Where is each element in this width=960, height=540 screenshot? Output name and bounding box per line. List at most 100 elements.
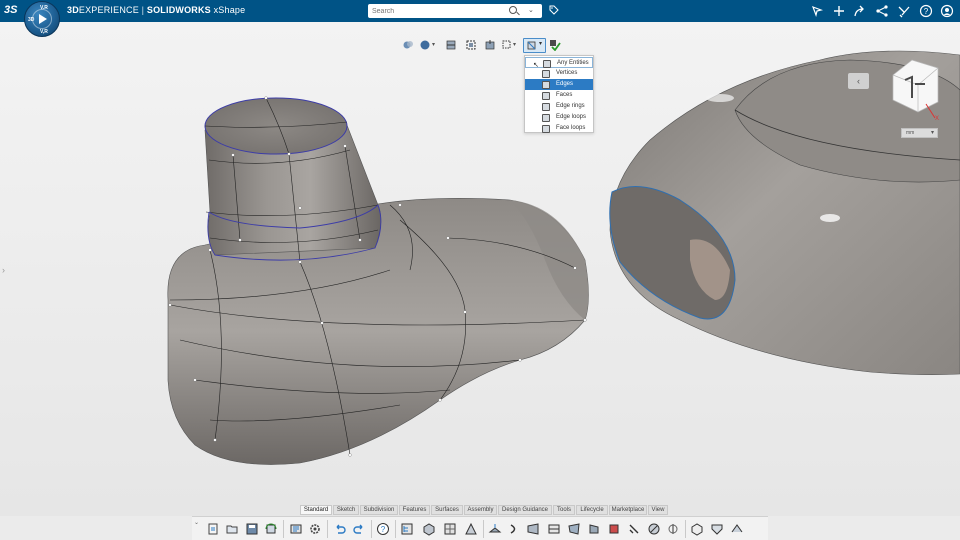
vertices-icon bbox=[542, 70, 550, 78]
crease-icon[interactable] bbox=[567, 522, 581, 536]
svg-text:X: X bbox=[935, 116, 939, 122]
redo-icon[interactable] bbox=[352, 522, 366, 536]
box-primitive-icon[interactable] bbox=[422, 522, 436, 536]
play-icon[interactable] bbox=[39, 14, 47, 24]
svg-text:?: ? bbox=[924, 7, 929, 16]
compass-widget[interactable]: V.R 3D V,R bbox=[24, 1, 60, 37]
freeze-icon[interactable] bbox=[710, 522, 724, 536]
tab-standard[interactable]: Standard bbox=[300, 505, 332, 515]
edge-rings-icon bbox=[542, 103, 550, 111]
menu-item-vertices[interactable]: Vertices bbox=[525, 68, 593, 79]
menu-item-label: Faces bbox=[556, 92, 573, 98]
chevron-down-icon: ▾ bbox=[930, 130, 934, 136]
menu-item-edges[interactable]: Edges bbox=[525, 79, 593, 90]
selection-box-icon[interactable] bbox=[501, 39, 513, 51]
share-icon[interactable] bbox=[853, 4, 867, 18]
expand-left-panel-icon[interactable]: › bbox=[2, 265, 5, 275]
selection-filter-button[interactable]: ▾ bbox=[523, 38, 546, 53]
menu-item-label: Vertices bbox=[556, 70, 578, 76]
zoom-to-fit-icon[interactable] bbox=[465, 39, 477, 51]
chevron-down-icon[interactable]: ⌄ bbox=[528, 6, 534, 14]
open-icon[interactable] bbox=[225, 522, 239, 536]
tab-sketch[interactable]: Sketch bbox=[333, 505, 359, 515]
tab-features[interactable]: Features bbox=[399, 505, 430, 515]
symmetry-icon[interactable] bbox=[730, 522, 744, 536]
save-icon[interactable] bbox=[245, 522, 259, 536]
undo-icon[interactable] bbox=[333, 522, 347, 536]
gear-icon[interactable] bbox=[308, 522, 322, 536]
compass-label-left: 3D bbox=[28, 17, 35, 23]
new-document-icon[interactable] bbox=[206, 522, 220, 536]
tab-view[interactable]: View bbox=[648, 505, 668, 515]
tools-icon[interactable] bbox=[897, 4, 911, 18]
unit-selector[interactable]: mm ▾ bbox=[901, 128, 938, 138]
svg-text:?: ? bbox=[381, 525, 386, 534]
delete-face-icon[interactable] bbox=[627, 522, 641, 536]
fill-icon[interactable] bbox=[587, 522, 601, 536]
toolbar-divider bbox=[685, 520, 686, 538]
chevron-down-icon: ▾ bbox=[539, 41, 543, 47]
sphere-icon[interactable] bbox=[464, 522, 478, 536]
compass-label-bottom: V,R bbox=[40, 29, 48, 35]
edges-icon bbox=[542, 81, 550, 89]
tab-subdivision[interactable]: Subdivision bbox=[360, 505, 398, 515]
toolbar-divider bbox=[283, 520, 284, 538]
help-icon[interactable]: ? bbox=[376, 522, 390, 536]
menu-item-label: Any Entities bbox=[557, 60, 589, 66]
extrude-icon[interactable] bbox=[488, 522, 502, 536]
plus-icon[interactable] bbox=[832, 4, 846, 18]
thicken-icon[interactable] bbox=[607, 522, 621, 536]
menu-item-label: Edges bbox=[556, 81, 574, 87]
menu-item-face-loops[interactable]: Face loops bbox=[525, 123, 593, 134]
bevel-icon[interactable] bbox=[547, 522, 561, 536]
network-icon[interactable] bbox=[875, 4, 889, 18]
menu-item-label: Face loops bbox=[556, 125, 586, 131]
help-icon[interactable]: ? bbox=[919, 4, 933, 18]
tab-lifecycle[interactable]: Lifecycle bbox=[576, 505, 608, 515]
weld-icon[interactable] bbox=[647, 522, 661, 536]
tab-assembly[interactable]: Assembly bbox=[464, 505, 497, 515]
bridge-icon[interactable] bbox=[508, 522, 522, 536]
chevron-down-icon[interactable]: ⌄ bbox=[194, 519, 199, 526]
cylinder-icon[interactable] bbox=[443, 522, 457, 536]
user-icon[interactable] bbox=[940, 4, 954, 18]
menu-item-any-entities[interactable]: ↖ Any Entities bbox=[525, 57, 593, 69]
search-icon[interactable] bbox=[509, 6, 517, 14]
feature-tree-icon[interactable] bbox=[400, 522, 414, 536]
toolbar-divider bbox=[327, 520, 328, 538]
model-viewport[interactable]: X bbox=[0, 22, 960, 516]
menu-item-edge-rings[interactable]: Edge rings bbox=[525, 101, 593, 112]
top-bar: 3S 3DEXPERIENCE | SOLIDWORKS xShape ⌄ ? bbox=[0, 0, 960, 22]
zoom-area-icon[interactable] bbox=[484, 39, 496, 51]
ds-logo: 3S bbox=[4, 4, 18, 16]
tab-surfaces[interactable]: Surfaces bbox=[431, 505, 463, 515]
edges-filter-icon bbox=[527, 41, 536, 50]
tab-design-guidance[interactable]: Design Guidance bbox=[498, 505, 552, 515]
view-orientation-icon[interactable] bbox=[402, 39, 414, 51]
properties-icon[interactable] bbox=[289, 522, 303, 536]
chevron-down-icon[interactable]: ▾ bbox=[432, 41, 444, 53]
toolbar-divider bbox=[371, 520, 372, 538]
collapse-panel-button[interactable]: ‹ bbox=[848, 73, 869, 89]
accept-icon[interactable] bbox=[549, 39, 561, 51]
tag-icon[interactable] bbox=[549, 5, 559, 15]
compass-icon[interactable] bbox=[810, 4, 824, 18]
unit-value: mm bbox=[906, 130, 915, 136]
display-style-icon[interactable] bbox=[419, 39, 431, 51]
toolbar-divider bbox=[395, 520, 396, 538]
section-view-icon[interactable] bbox=[445, 39, 457, 51]
insert-edge-icon[interactable] bbox=[526, 522, 540, 536]
mirror-icon[interactable] bbox=[666, 522, 680, 536]
menu-item-label: Edge loops bbox=[556, 114, 587, 120]
menu-item-edge-loops[interactable]: Edge loops bbox=[525, 112, 593, 123]
convert-icon[interactable] bbox=[690, 522, 704, 536]
search-input[interactable] bbox=[372, 5, 502, 17]
menu-item-label: Edge rings bbox=[556, 103, 585, 109]
tab-marketplace[interactable]: Marketplace bbox=[609, 505, 647, 515]
menu-item-faces[interactable]: Faces bbox=[525, 90, 593, 101]
tab-tools[interactable]: Tools bbox=[553, 505, 575, 515]
face-loops-icon bbox=[542, 125, 550, 133]
search-box[interactable]: ⌄ bbox=[368, 4, 542, 18]
rebuild-icon[interactable] bbox=[264, 522, 278, 536]
model-canvas[interactable]: X bbox=[0, 22, 960, 516]
